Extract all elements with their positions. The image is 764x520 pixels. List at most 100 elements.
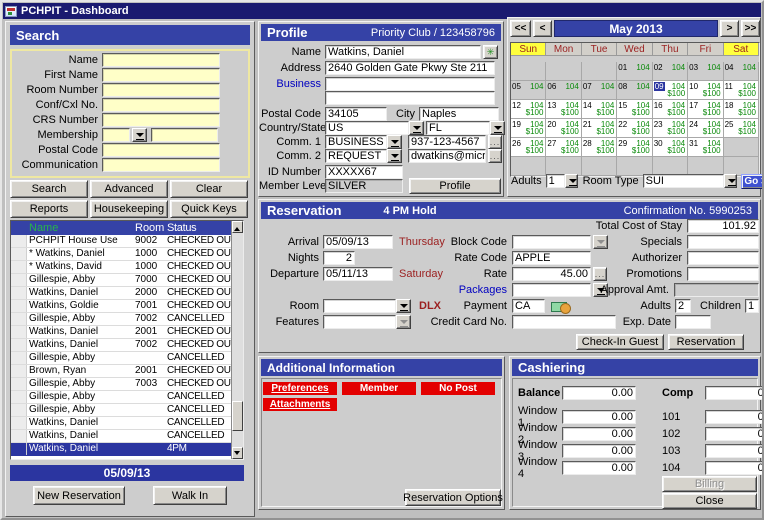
indicator-lamp[interactable]: Member bbox=[342, 382, 416, 395]
go-button[interactable]: Go > bbox=[741, 174, 764, 189]
calendar-day-cell[interactable]: 08 104 bbox=[617, 81, 652, 100]
table-row[interactable]: Watkins, Daniel 4PM bbox=[11, 443, 243, 456]
walk-in-button[interactable]: Walk In bbox=[153, 486, 227, 505]
next-year-button[interactable]: >> bbox=[741, 20, 760, 37]
calendar-day-cell[interactable] bbox=[582, 62, 617, 81]
calendar-day-cell[interactable]: 02 104 bbox=[653, 62, 688, 81]
table-row[interactable]: PCHPIT House Use 9002 CHECKED OUT bbox=[11, 235, 243, 248]
specials-field[interactable] bbox=[687, 235, 759, 249]
city-field[interactable]: Naples bbox=[419, 107, 499, 121]
calendar-day-cell[interactable]: 01 104 bbox=[617, 62, 652, 81]
calendar-day-cell[interactable]: 12 104 $100 bbox=[511, 100, 546, 119]
calendar-day-cell[interactable]: 31 104 $100 bbox=[688, 138, 723, 157]
promotions-field[interactable] bbox=[687, 267, 759, 281]
profile-button[interactable]: Profile bbox=[409, 178, 501, 194]
scroll-down-icon[interactable] bbox=[232, 447, 243, 459]
prev-year-button[interactable]: << bbox=[510, 20, 531, 37]
table-row[interactable]: Watkins, Daniel 2001 CHECKED OUT bbox=[11, 326, 243, 339]
check-in-guest-button[interactable]: Check-In Guest bbox=[576, 334, 664, 350]
calendar-day-cell[interactable]: 28 104 $100 bbox=[582, 138, 617, 157]
calendar-day-cell[interactable] bbox=[724, 138, 759, 157]
country-dropdown-icon[interactable] bbox=[409, 121, 424, 135]
conf-cxl-input[interactable] bbox=[102, 98, 220, 112]
table-row[interactable]: Watkins, Daniel 2000 CHECKED OUT bbox=[11, 287, 243, 300]
calendar-day-cell[interactable]: 29 104 $100 bbox=[617, 138, 652, 157]
children-field[interactable]: 1 bbox=[745, 299, 759, 313]
table-row[interactable]: Gillespie, Abby 7003 CHECKED OUT bbox=[11, 378, 243, 391]
calendar-day-cell[interactable]: 17 104 $100 bbox=[688, 100, 723, 119]
prev-month-button[interactable]: < bbox=[533, 20, 552, 37]
postal-code-input[interactable] bbox=[102, 143, 220, 157]
advanced-button[interactable]: Advanced bbox=[90, 180, 168, 198]
res-adults-field[interactable]: 2 bbox=[675, 299, 691, 313]
profile-postal-field[interactable]: 34105 bbox=[325, 107, 387, 121]
business-field-1[interactable] bbox=[325, 77, 495, 91]
calendar-day-cell[interactable]: 05 104 bbox=[511, 81, 546, 100]
indicator-lamp[interactable]: Attachments bbox=[263, 398, 337, 411]
next-month-button[interactable]: > bbox=[720, 20, 739, 37]
state-field[interactable]: FL bbox=[426, 121, 490, 135]
comm1-dropdown-icon[interactable] bbox=[387, 135, 402, 149]
calendar-day-cell[interactable]: 26 104 $100 bbox=[511, 138, 546, 157]
calendar-day-cell[interactable]: 25 104 $100 bbox=[724, 119, 759, 138]
table-scrollbar[interactable] bbox=[231, 221, 243, 459]
column-header-room[interactable]: Room bbox=[133, 221, 165, 235]
calendar-day-cell[interactable]: 13 104 $100 bbox=[546, 100, 581, 119]
housekeeping-button[interactable]: Housekeeping bbox=[90, 200, 168, 218]
calendar-day-cell[interactable]: 09 104 $100 bbox=[653, 81, 688, 100]
new-reservation-button[interactable]: New Reservation bbox=[33, 486, 125, 505]
comm1-value-field[interactable]: 937-123-4567 bbox=[408, 135, 486, 149]
business-field-2[interactable] bbox=[325, 91, 495, 105]
table-row[interactable]: Watkins, Goldie 7001 CHECKED OUT bbox=[11, 300, 243, 313]
calendar-day-cell[interactable]: 22 104 $100 bbox=[617, 119, 652, 138]
comm1-ellipsis-button[interactable]: ... bbox=[488, 135, 502, 149]
calendar-day-cell[interactable] bbox=[511, 62, 546, 81]
table-row[interactable]: Gillespie, Abby CANCELLED bbox=[11, 352, 243, 365]
calendar-day-cell[interactable]: 10 104 $100 bbox=[688, 81, 723, 100]
calendar-day-cell[interactable]: 27 104 $100 bbox=[546, 138, 581, 157]
comm2-ellipsis-button[interactable]: ... bbox=[488, 149, 502, 163]
adults-dropdown-icon[interactable] bbox=[565, 174, 578, 188]
first-name-input[interactable] bbox=[102, 68, 220, 82]
close-button[interactable]: Close bbox=[662, 493, 757, 509]
membership-dropdown-icon[interactable] bbox=[132, 128, 147, 142]
comm2-value-field[interactable]: dwatkins@micros bbox=[408, 149, 486, 163]
calendar-day-cell[interactable]: 20 104 $100 bbox=[546, 119, 581, 138]
calendar-day-cell[interactable]: 23 104 $100 bbox=[653, 119, 688, 138]
scroll-up-icon[interactable] bbox=[232, 221, 243, 233]
room-number-input[interactable] bbox=[102, 83, 220, 97]
reservation-options-button[interactable]: Reservation Options bbox=[405, 489, 501, 506]
calendar-day-cell[interactable]: 24 104 $100 bbox=[688, 119, 723, 138]
exp-date-field[interactable] bbox=[675, 315, 711, 329]
clear-button[interactable]: Clear bbox=[170, 180, 248, 198]
comm2-type-field[interactable]: REQUEST bbox=[325, 149, 387, 163]
indicator-lamp[interactable]: Preferences bbox=[263, 382, 337, 395]
table-row[interactable]: Watkins, Daniel 7002 CHECKED OUT bbox=[11, 339, 243, 352]
name-input[interactable] bbox=[102, 53, 220, 67]
calendar-day-cell[interactable]: 16 104 $100 bbox=[653, 100, 688, 119]
table-row[interactable]: Gillespie, Abby CANCELLED bbox=[11, 404, 243, 417]
reports-button[interactable]: Reports bbox=[10, 200, 88, 218]
calendar-day-cell[interactable]: 03 104 bbox=[688, 62, 723, 81]
address-field[interactable]: 2640 Golden Gate Pkwy Ste 211 bbox=[325, 61, 495, 75]
calendar-day-cell[interactable]: 06 104 bbox=[546, 81, 581, 100]
calendar-day-cell[interactable]: 04 104 bbox=[724, 62, 759, 81]
calendar-day-cell[interactable]: 18 104 $100 bbox=[724, 100, 759, 119]
profile-name-field[interactable]: Watkins, Daniel bbox=[325, 45, 481, 59]
indicator-lamp[interactable]: No Post bbox=[421, 382, 495, 395]
scrollbar-thumb[interactable] bbox=[232, 401, 243, 431]
table-row[interactable]: Watkins, Daniel CANCELLED bbox=[11, 417, 243, 430]
table-row[interactable]: Gillespie, Abby CANCELLED bbox=[11, 391, 243, 404]
calendar-day-cell[interactable]: 19 104 $100 bbox=[511, 119, 546, 138]
id-number-field[interactable]: XXXXX67 bbox=[325, 165, 403, 179]
calendar-day-cell[interactable]: 30 104 $100 bbox=[653, 138, 688, 157]
calendar-day-cell[interactable]: 11 104 $100 bbox=[724, 81, 759, 100]
calendar-day-cell[interactable]: 07 104 bbox=[582, 81, 617, 100]
quick-keys-button[interactable]: Quick Keys bbox=[170, 200, 248, 218]
profile-lookup-icon[interactable] bbox=[483, 45, 498, 59]
calendar-day-cell[interactable]: 21 104 $100 bbox=[582, 119, 617, 138]
authorizer-field[interactable] bbox=[687, 251, 759, 265]
table-row[interactable]: * Watkins, Daniel 1000 CHECKED OUT bbox=[11, 248, 243, 261]
membership-number-input[interactable] bbox=[151, 128, 218, 142]
calendar-day-cell[interactable]: 14 104 $100 bbox=[582, 100, 617, 119]
